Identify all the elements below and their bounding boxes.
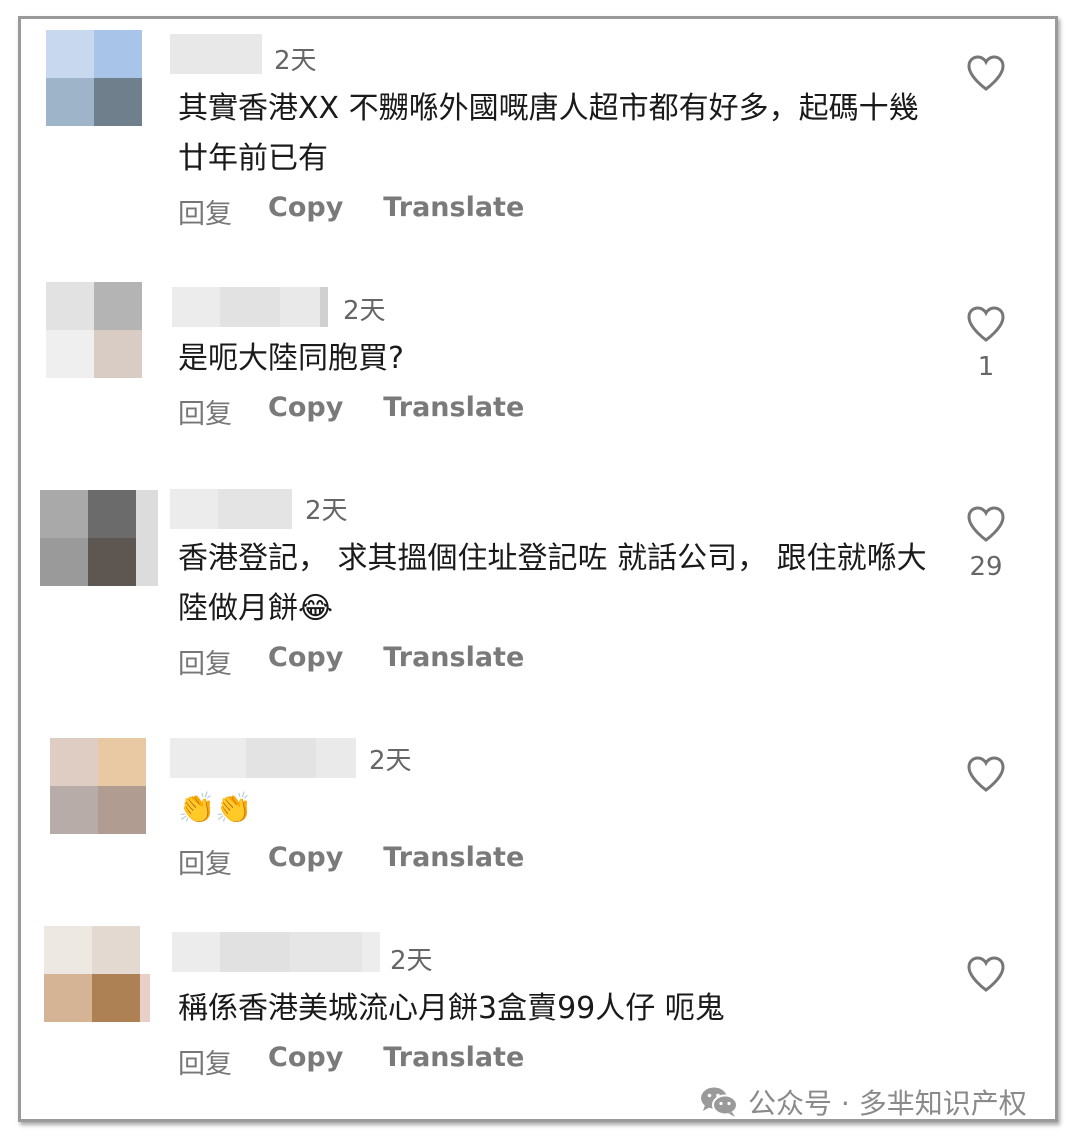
avatar-edge (140, 974, 150, 1022)
copy-button[interactable]: Copy (268, 842, 343, 881)
watermark-text: 公众号 · 多芈知识产权 (748, 1087, 1027, 1120)
avatar-tile (94, 330, 142, 378)
watermark: 公众号 · 多芈知识产权 (700, 1082, 1027, 1122)
reply-button[interactable]: 回复 (178, 192, 232, 231)
avatar-tile (46, 30, 94, 78)
reply-button[interactable]: 回复 (178, 642, 232, 681)
heart-outline-icon[interactable] (966, 505, 1006, 543)
username-blurred[interactable] (172, 932, 380, 972)
avatar-tile (50, 786, 98, 834)
avatar-tile (46, 78, 94, 126)
heart-outline-icon[interactable] (966, 305, 1006, 343)
like-count: 1 (977, 352, 995, 382)
avatar-tile (88, 538, 136, 586)
comment-time: 2天 (274, 46, 317, 76)
comment-text: 稱係香港美城流心月餅3盒賣99人仔 呃鬼 (178, 991, 725, 1026)
avatar-tile (98, 786, 146, 834)
copy-button[interactable]: Copy (268, 1042, 343, 1081)
reply-button[interactable]: 回复 (178, 392, 232, 431)
translate-button[interactable]: Translate (383, 392, 524, 431)
avatar[interactable] (46, 30, 142, 126)
avatar-tile (40, 538, 88, 586)
translate-button[interactable]: Translate (383, 642, 524, 681)
comment-text: 👏👏 (178, 791, 253, 826)
copy-button[interactable]: Copy (268, 192, 343, 231)
comment-text: 是呃大陸同胞買? (178, 341, 404, 376)
avatar[interactable] (40, 490, 136, 586)
avatar-tile (92, 974, 140, 1022)
heart-outline-icon[interactable] (966, 54, 1006, 92)
reply-button[interactable]: 回复 (178, 1042, 232, 1081)
heart-outline-icon[interactable] (966, 955, 1006, 993)
avatar-tile (94, 282, 142, 330)
copy-button[interactable]: Copy (268, 392, 343, 431)
avatar[interactable] (50, 738, 146, 834)
username-blurred[interactable] (170, 34, 262, 74)
avatar-tile (94, 78, 142, 126)
copy-button[interactable]: Copy (268, 642, 343, 681)
avatar-tile (50, 738, 98, 786)
comment-actions: 回复 Copy Translate (178, 1042, 564, 1081)
avatar-tile (44, 974, 92, 1022)
translate-button[interactable]: Translate (383, 842, 524, 881)
comment-time: 2天 (343, 296, 386, 326)
comment-text: 香港登記， 求其搵個住址登記咗 就話公司， 跟住就喺大陸做月餅😂 (178, 541, 927, 626)
avatar-tile (46, 330, 94, 378)
avatar-tile (44, 926, 92, 974)
avatar-edge (136, 490, 158, 586)
heart-outline-icon[interactable] (966, 755, 1006, 793)
comment-actions: 回复 Copy Translate (178, 842, 564, 881)
comment-actions: 回复 Copy Translate (178, 392, 564, 431)
username-blurred[interactable] (170, 489, 292, 529)
comment-time: 2天 (369, 746, 412, 776)
reply-button[interactable]: 回复 (178, 842, 232, 881)
avatar-tile (46, 282, 94, 330)
comment-time: 2天 (305, 496, 348, 526)
username-blurred[interactable] (172, 287, 328, 327)
avatar-tile (88, 490, 136, 538)
avatar-tile (40, 490, 88, 538)
avatar-tile (98, 738, 146, 786)
username-blurred[interactable] (170, 738, 356, 778)
like-count: 29 (969, 552, 1003, 582)
comment-text: 其實香港XX 不嬲喺外國嘅唐人超市都有好多，起碼十幾廿年前已有 (178, 91, 919, 176)
translate-button[interactable]: Translate (383, 1042, 524, 1081)
wechat-icon (701, 1087, 738, 1117)
translate-button[interactable]: Translate (383, 192, 524, 231)
avatar[interactable] (44, 926, 140, 1022)
comment-actions: 回复 Copy Translate (178, 642, 564, 681)
avatar-tile (92, 926, 140, 974)
avatar-tile (94, 30, 142, 78)
comment-actions: 回复 Copy Translate (178, 192, 564, 231)
avatar[interactable] (46, 282, 142, 378)
comment-time: 2天 (390, 946, 433, 976)
